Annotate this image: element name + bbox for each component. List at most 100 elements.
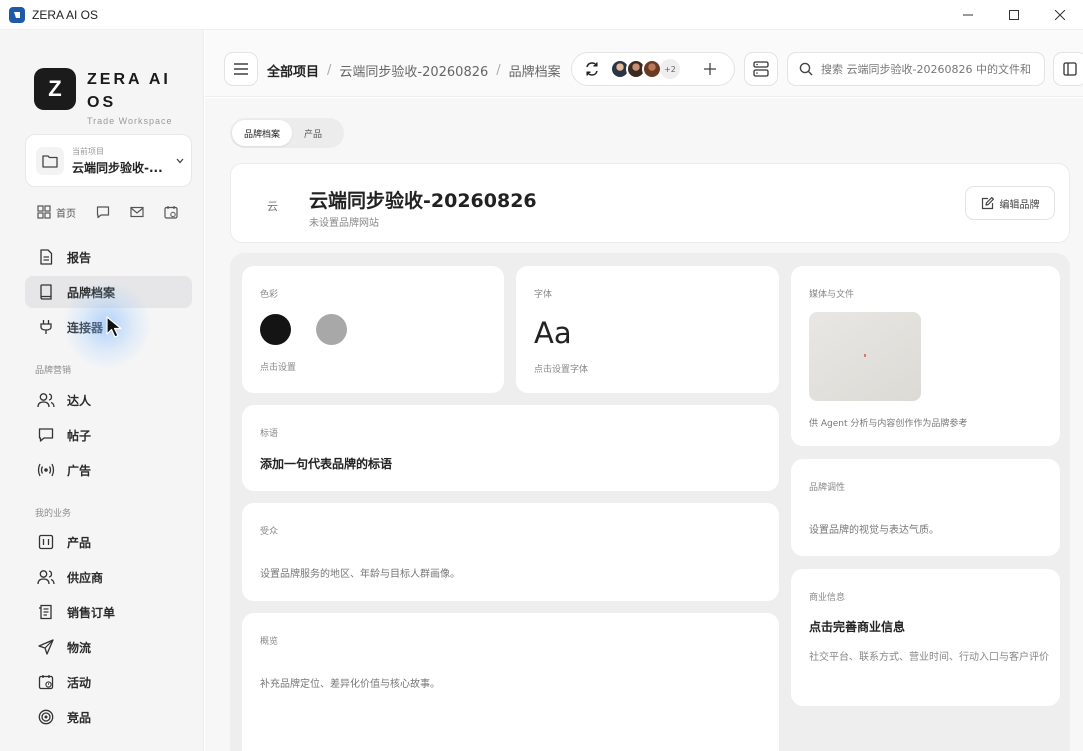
card-hint: 供 Agent 分析与内容创作作为品牌参考 — [809, 419, 968, 429]
business-info-card[interactable]: 商业信息 点击完善商业信息 社交平台、联系方式、营业时间、行动入口与客户评价 — [791, 569, 1060, 706]
sidebar-item-suppliers[interactable]: 供应商 — [25, 561, 192, 593]
slogan-card[interactable]: 标语 添加一句代表品牌的标语 — [242, 405, 779, 491]
product-icon — [37, 533, 55, 551]
breadcrumb-root[interactable]: 全部项目 — [267, 61, 319, 80]
view-tabs: 品牌档案 产品 — [230, 118, 344, 148]
order-icon — [37, 603, 55, 621]
grid-icon — [37, 205, 51, 219]
layout-toggle-button[interactable] — [744, 52, 778, 86]
project-selector[interactable]: 当前项目 云端同步验收-... — [25, 134, 192, 187]
top-bar: 全部项目 / 云端同步验收-20260826 / 品牌档案 +2 — [205, 30, 1083, 97]
menu-toggle-button[interactable] — [224, 52, 258, 86]
breadcrumb-separator: / — [496, 63, 501, 78]
card-label: 商业信息 — [809, 593, 846, 603]
card-hint: 点击设置 — [260, 363, 297, 373]
sidebar-item-logistics[interactable]: 物流 — [25, 631, 192, 663]
sidebar-item-label: 物流 — [67, 640, 92, 655]
card-label: 色彩 — [260, 290, 279, 300]
search-box[interactable] — [787, 52, 1045, 86]
sidebar-item-sales-orders[interactable]: 销售订单 — [25, 596, 192, 628]
chevron-down-icon — [176, 158, 184, 163]
sidebar-item-label: 连接器 — [67, 320, 104, 335]
home-button[interactable]: 首页 — [37, 205, 76, 220]
breadcrumb-project[interactable]: 云端同步验收-20260826 — [339, 61, 488, 80]
edit-brand-button[interactable]: 编辑品牌 — [965, 186, 1055, 220]
brand-initial: 云 — [267, 200, 278, 213]
audience-card[interactable]: 受众 设置品牌服务的地区、年龄与目标人群画像。 — [242, 503, 779, 601]
sidebar-item-products[interactable]: 产品 — [25, 526, 192, 558]
project-name: 云端同步验收-... — [72, 160, 163, 175]
collaborators-count[interactable]: +2 — [660, 59, 680, 79]
panel-toggle-button[interactable] — [1053, 52, 1083, 86]
sidebar-item-label: 达人 — [67, 393, 92, 408]
messages-button[interactable] — [96, 205, 110, 219]
brand-tone-card[interactable]: 品牌调性 设置品牌的视觉与表达气质。 — [791, 459, 1060, 556]
sidebar-item-label: 销售订单 — [67, 605, 116, 620]
brand-name: ZERA AI OS — [87, 71, 171, 111]
color-swatch-primary[interactable] — [260, 314, 291, 345]
sidebar-item-ads[interactable]: 广告 — [25, 454, 192, 486]
edit-icon — [981, 196, 994, 209]
overview-card[interactable]: 概览 补充品牌定位、差异化价值与核心故事。 — [242, 613, 779, 751]
sidebar-item-posts[interactable]: 帖子 — [25, 419, 192, 451]
minimize-icon — [963, 14, 973, 16]
sidebar-item-campaigns[interactable]: 活动 — [25, 666, 192, 698]
font-card[interactable]: 字体 Aa 点击设置字体 — [516, 266, 779, 393]
close-button[interactable] — [1037, 0, 1083, 30]
maximize-button[interactable] — [991, 0, 1037, 30]
calendar-icon — [37, 673, 55, 691]
project-label: 当前项目 — [72, 146, 104, 156]
sync-icon[interactable] — [584, 61, 600, 77]
brand-website[interactable]: 未设置品牌网站 — [309, 214, 379, 229]
hamburger-icon — [234, 63, 248, 75]
breadcrumb: 全部项目 / 云端同步验收-20260826 / 品牌档案 — [267, 61, 561, 80]
quick-actions: 首页 — [37, 204, 178, 220]
supplier-icon — [37, 568, 55, 586]
section-label-business: 我的业务 — [35, 509, 72, 519]
card-label: 概览 — [260, 637, 279, 647]
plug-icon — [37, 318, 55, 336]
minimize-button[interactable] — [945, 0, 991, 30]
brand-title: 云端同步验收-20260826 — [309, 190, 537, 212]
search-input[interactable] — [821, 62, 1036, 76]
colors-card[interactable]: 色彩 点击设置 — [242, 266, 504, 393]
overview-value: 补充品牌定位、差异化价值与核心故事。 — [260, 679, 440, 690]
breadcrumb-separator: / — [327, 63, 332, 78]
calendar-button[interactable] — [164, 205, 178, 219]
tab-brand-profile[interactable]: 品牌档案 — [232, 120, 293, 146]
mouse-cursor-icon — [106, 316, 122, 338]
section-label-marketing: 品牌营销 — [35, 366, 72, 376]
sidebar-item-label: 供应商 — [67, 570, 104, 585]
sidebar-item-label: 产品 — [67, 535, 92, 550]
mail-button[interactable] — [130, 205, 144, 219]
tone-value: 设置品牌的视觉与表达气质。 — [809, 525, 939, 536]
app-logo-icon — [9, 6, 25, 23]
sidebar-item-label: 活动 — [67, 675, 92, 690]
broadcast-icon — [37, 461, 55, 479]
sidebar-item-label: 品牌档案 — [67, 285, 116, 300]
brand-subtitle: Trade Workspace — [87, 116, 173, 126]
card-label: 受众 — [260, 527, 279, 537]
book-icon — [37, 283, 55, 301]
tab-products[interactable]: 产品 — [292, 120, 334, 146]
brand-cards-panel: 色彩 点击设置 字体 Aa 点击设置字体 媒体与文件 供 Agent 分析与内容… — [230, 253, 1070, 751]
sidebar-item-competitors[interactable]: 竞品 — [25, 701, 192, 733]
sidebar-item-influencers[interactable]: 达人 — [25, 384, 192, 416]
color-swatch-secondary[interactable] — [316, 314, 347, 345]
media-thumbnail[interactable] — [809, 312, 921, 401]
brand-header-card: 云 云端同步验收-20260826 未设置品牌网站 编辑品牌 — [230, 163, 1070, 243]
window-title: ZERA AI OS — [32, 7, 99, 22]
title-bar: ZERA AI OS — [0, 0, 1083, 30]
sidebar-item-label: 广告 — [67, 463, 92, 478]
chat-icon — [37, 426, 55, 444]
avatar[interactable] — [642, 59, 662, 79]
font-sample: Aa — [534, 316, 572, 350]
sidebar-item-reports[interactable]: 报告 — [25, 241, 192, 273]
sidebar-item-brand-profile[interactable]: 品牌档案 — [25, 276, 192, 308]
layout-icon — [753, 61, 769, 77]
breadcrumb-current: 品牌档案 — [508, 65, 561, 80]
logo-mark: Z — [34, 68, 76, 110]
media-card[interactable]: 媒体与文件 供 Agent 分析与内容创作作为品牌参考 — [791, 266, 1060, 446]
plus-icon[interactable] — [704, 63, 716, 75]
search-icon — [799, 62, 813, 76]
